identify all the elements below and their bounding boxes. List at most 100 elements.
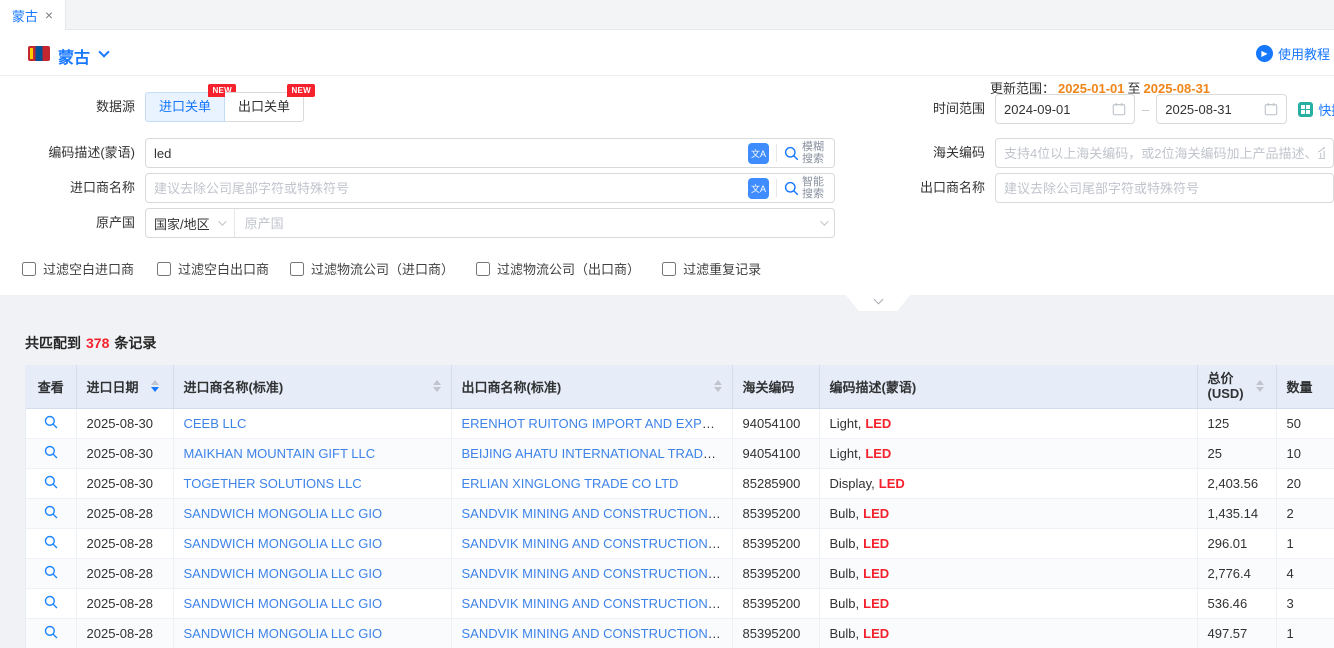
smart-search-button[interactable]: 智能搜索 — [784, 176, 826, 200]
sort-icon[interactable] — [151, 380, 159, 392]
cell-hs-code: 85395200 — [732, 558, 819, 588]
origin-type-select[interactable]: 国家/地区 — [154, 209, 235, 237]
search-icon — [784, 146, 799, 161]
origin-label: 原产国 — [30, 208, 135, 238]
fuzzy-search-button[interactable]: 模糊搜索 — [784, 141, 826, 165]
start-date-input[interactable]: 2024-09-01 — [995, 94, 1135, 124]
exporter-link[interactable]: SANDVIK MINING AND CONSTRUCTION L... — [462, 626, 730, 641]
tab-mongolia[interactable]: 蒙古 × — [0, 0, 66, 30]
sort-icon[interactable] — [714, 380, 722, 392]
checkbox-filter-blank-importer[interactable]: 过滤空白进口商 — [22, 259, 134, 278]
checkbox[interactable] — [662, 262, 676, 276]
cell-price: 296.01 — [1197, 528, 1276, 558]
exporter-input[interactable] — [1004, 181, 1325, 196]
col-importer[interactable]: 进口商名称(标准) — [173, 365, 451, 408]
cell-desc: Bulb,LED — [819, 558, 1197, 588]
checkbox-filter-logistics-importer[interactable]: 过滤物流公司（进口商） — [290, 259, 454, 278]
exporter-link[interactable]: SANDVIK MINING AND CONSTRUCTION L... — [462, 566, 730, 581]
col-total-price[interactable]: 总价 (USD) — [1197, 365, 1276, 408]
importer-label: 进口商名称 — [30, 173, 135, 203]
importer-input[interactable] — [154, 181, 748, 196]
chevron-down-icon — [218, 217, 226, 225]
col-import-date[interactable]: 进口日期 — [76, 365, 173, 408]
collapse-filter-handle[interactable] — [845, 294, 911, 311]
table-row: 2025-08-28 SANDWICH MONGOLIA LLC GIO SAN… — [26, 558, 1334, 588]
cell-qty: 1 — [1276, 618, 1334, 648]
checkbox[interactable] — [157, 262, 171, 276]
exporter-link[interactable]: BEIJING AHATU INTERNATIONAL TRADE C... — [462, 446, 733, 461]
origin-inputbox: 国家/地区 — [145, 208, 835, 238]
cell-qty: 20 — [1276, 468, 1334, 498]
end-date-input[interactable]: 2025-08-31 — [1156, 94, 1287, 124]
tab-bar: 蒙古 × — [0, 0, 1334, 30]
exporter-link[interactable]: ERENHOT RUITONG IMPORT AND EXPORT ... — [462, 416, 733, 431]
hs-code-input[interactable] — [1004, 146, 1325, 161]
cell-date: 2025-08-30 — [76, 468, 173, 498]
view-record-icon[interactable] — [44, 445, 58, 459]
importer-link[interactable]: SANDWICH MONGOLIA LLC GIO — [184, 626, 383, 641]
importer-link[interactable]: MAIKHAN MOUNTAIN GIFT LLC — [184, 446, 376, 461]
view-record-icon[interactable] — [44, 475, 58, 489]
sort-icon[interactable] — [433, 380, 441, 392]
importer-link[interactable]: SANDWICH MONGOLIA LLC GIO — [184, 566, 383, 581]
cell-qty: 1 — [1276, 528, 1334, 558]
cell-hs-code: 85395200 — [732, 618, 819, 648]
led-highlight: LED — [865, 446, 891, 461]
checkbox-filter-duplicates[interactable]: 过滤重复记录 — [662, 259, 761, 278]
country-selector[interactable]: 蒙古 — [58, 44, 90, 68]
view-record-icon[interactable] — [44, 535, 58, 549]
view-record-icon[interactable] — [44, 415, 58, 429]
tab-close-icon[interactable]: × — [45, 8, 53, 22]
exporter-link[interactable]: SANDVIK MINING AND CONSTRUCTION L... — [462, 506, 730, 521]
time-range-picker: 2024-09-01 – 2025-08-31 快捷 — [995, 94, 1334, 124]
hs-code-inputbox — [995, 138, 1334, 168]
checkbox[interactable] — [290, 262, 304, 276]
view-record-icon[interactable] — [44, 625, 58, 639]
importer-link[interactable]: SANDWICH MONGOLIA LLC GIO — [184, 536, 383, 551]
checkbox-filter-logistics-exporter[interactable]: 过滤物流公司（出口商） — [476, 259, 640, 278]
view-record-icon[interactable] — [44, 595, 58, 609]
checkbox[interactable] — [476, 262, 490, 276]
tab-import-declarations[interactable]: 进口关单 NEW — [145, 92, 225, 122]
exporter-link[interactable]: SANDVIK MINING AND CONSTRUCTION L... — [462, 596, 730, 611]
importer-link[interactable]: TOGETHER SOLUTIONS LLC — [184, 476, 362, 491]
view-record-icon[interactable] — [44, 565, 58, 579]
tutorial-link[interactable]: ▶ 使用教程 — [1256, 44, 1330, 63]
chevron-down-icon[interactable] — [98, 46, 109, 57]
code-desc-input[interactable] — [154, 146, 748, 161]
importer-link[interactable]: SANDWICH MONGOLIA LLC GIO — [184, 506, 383, 521]
new-badge: NEW — [287, 84, 315, 97]
importer-link[interactable]: SANDWICH MONGOLIA LLC GIO — [184, 596, 383, 611]
exporter-link[interactable]: ERLIAN XINGLONG TRADE CO LTD — [462, 476, 679, 491]
quick-select-icon — [1298, 102, 1313, 117]
quick-select-button[interactable]: 快捷 — [1298, 100, 1334, 119]
exporter-link[interactable]: SANDVIK MINING AND CONSTRUCTION L... — [462, 536, 730, 551]
tutorial-icon: ▶ — [1256, 45, 1273, 62]
view-record-icon[interactable] — [44, 505, 58, 519]
col-exporter[interactable]: 出口商名称(标准) — [451, 365, 732, 408]
cell-date: 2025-08-28 — [76, 588, 173, 618]
cell-qty: 50 — [1276, 408, 1334, 438]
tab-export-declarations[interactable]: 出口关单 NEW — [225, 92, 304, 122]
cell-qty: 4 — [1276, 558, 1334, 588]
cell-price: 2,403.56 — [1197, 468, 1276, 498]
cell-hs-code: 94054100 — [732, 438, 819, 468]
led-highlight: LED — [863, 596, 889, 611]
cell-date: 2025-08-30 — [76, 438, 173, 468]
importer-link[interactable]: CEEB LLC — [184, 416, 247, 431]
col-view: 查看 — [26, 365, 76, 408]
cell-hs-code: 85395200 — [732, 528, 819, 558]
checkbox-filter-blank-exporter[interactable]: 过滤空白出口商 — [157, 259, 269, 278]
cell-date: 2025-08-28 — [76, 498, 173, 528]
sort-icon[interactable] — [1256, 380, 1264, 392]
col-quantity: 数量 — [1276, 365, 1334, 408]
tab-label: 蒙古 — [12, 6, 38, 25]
translate-icon[interactable]: 文A — [748, 178, 769, 199]
translate-icon[interactable]: 文A — [748, 143, 769, 164]
divider — [776, 144, 777, 162]
cell-desc: Bulb,LED — [819, 588, 1197, 618]
checkbox[interactable] — [22, 262, 36, 276]
origin-input[interactable] — [245, 216, 820, 231]
cell-desc: Bulb,LED — [819, 498, 1197, 528]
table-header-row: 查看 进口日期 进口商名称(标准) 出口商名称(标准) 海关编码 编码描述(蒙语… — [26, 365, 1334, 408]
